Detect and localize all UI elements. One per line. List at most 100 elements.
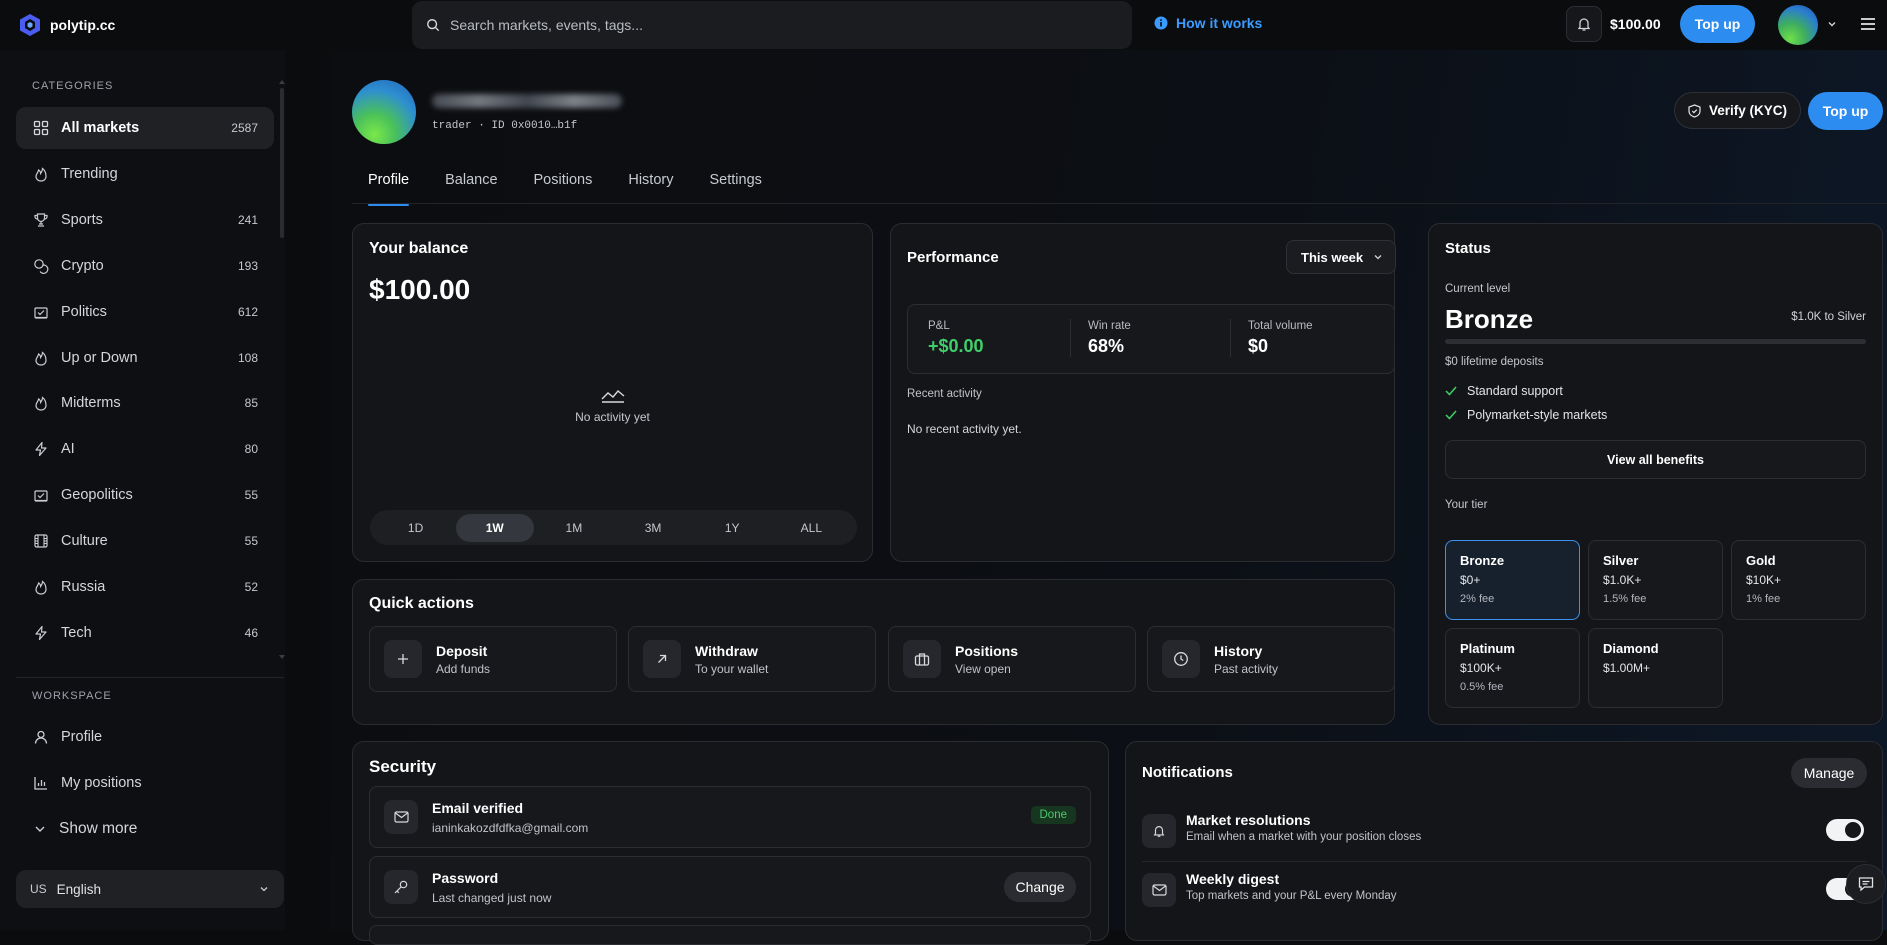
sidebar-scrollbar[interactable] (280, 88, 284, 238)
notifications-button[interactable] (1566, 6, 1602, 42)
range-1y[interactable]: 1Y (693, 514, 771, 542)
sidebar-item-sports[interactable]: Sports 241 (16, 199, 274, 241)
sidebar-item-label: Sports (61, 211, 103, 228)
tier-name: Gold (1746, 553, 1776, 568)
tabs-divider (352, 203, 1887, 204)
sidebar-item-label: Tech (61, 624, 92, 641)
brand-logo[interactable]: polytip.cc (18, 13, 115, 37)
header-balance: $100.00 (1610, 16, 1661, 32)
quick-action-deposit[interactable]: Deposit Add funds (369, 626, 617, 692)
sidebar-item-count: 80 (244, 442, 258, 457)
tab-settings[interactable]: Settings (709, 168, 761, 192)
language-code: US (30, 882, 47, 896)
stat-win-rate: Win rate 68% (1088, 320, 1131, 357)
sidebar-item-all-markets[interactable]: All markets 2587 (16, 107, 274, 149)
tier-diamond[interactable]: Diamond $1.00M+ (1588, 628, 1723, 708)
film-icon (33, 533, 49, 549)
chevron-down-icon (33, 822, 47, 836)
change-password-button[interactable]: Change (1004, 872, 1076, 902)
security-row (369, 925, 1091, 945)
topup-button-profile[interactable]: Top up (1808, 92, 1883, 130)
chevron-down-icon[interactable] (1826, 18, 1838, 30)
tier-amount: $1.00M+ (1603, 661, 1651, 675)
range-1m[interactable]: 1M (535, 514, 613, 542)
tier-fee: 0.5% fee (1460, 681, 1504, 693)
tier-fee: 1.5% fee (1603, 593, 1647, 605)
recent-activity-title: Recent activity (907, 388, 982, 400)
tier-fee: 1% fee (1746, 593, 1781, 605)
manage-notifications-button[interactable]: Manage (1791, 758, 1867, 788)
avatar[interactable] (1778, 5, 1818, 45)
tab-profile[interactable]: Profile (368, 168, 410, 206)
brand-name: polytip.cc (50, 17, 116, 33)
quick-action-history[interactable]: History Past activity (1147, 626, 1395, 692)
tier-name: Platinum (1460, 641, 1515, 656)
sidebar-item-my-positions[interactable]: My positions (16, 762, 274, 804)
mail-icon (384, 800, 418, 834)
period-label: This week (1301, 249, 1364, 265)
tier-amount: $100K+ (1460, 661, 1502, 675)
tab-balance[interactable]: Balance (445, 168, 497, 192)
sidebar-item-count: 52 (244, 580, 258, 594)
menu-icon[interactable] (1858, 14, 1878, 34)
range-1w[interactable]: 1W (455, 513, 534, 542)
topup-button-header[interactable]: Top up (1680, 5, 1755, 43)
sidebar-item-profile[interactable]: Profile (16, 716, 274, 758)
sidebar-item-trending[interactable]: Trending (16, 153, 274, 195)
notification-toggle-market-resolutions[interactable] (1826, 819, 1864, 841)
range-all[interactable]: ALL (772, 514, 850, 542)
logo-icon (18, 13, 42, 37)
show-more-button[interactable]: Show more (16, 808, 274, 850)
tier-bronze[interactable]: Bronze $0+ 2% fee (1445, 540, 1580, 620)
security-password-row: Password Last changed just now Change (369, 856, 1091, 918)
sidebar-item-crypto[interactable]: Crypto 193 (16, 245, 274, 287)
next-level-text: $1.0K to Silver (1791, 311, 1866, 323)
scroll-up-icon[interactable] (279, 80, 285, 84)
tab-history[interactable]: History (628, 168, 673, 192)
sidebar-item-midterms[interactable]: Midterms 85 (16, 382, 274, 424)
notification-title: Market resolutions (1186, 812, 1311, 828)
sidebar-item-tech[interactable]: Tech 46 (16, 612, 274, 654)
range-1d[interactable]: 1D (377, 514, 455, 542)
tier-name: Bronze (1460, 553, 1505, 568)
sidebar-item-geopolitics[interactable]: Geopolitics 55 (16, 474, 274, 516)
stat-divider (1070, 319, 1071, 357)
bell-icon (1142, 814, 1176, 848)
sidebar-item-count: 55 (244, 534, 258, 549)
tier-platinum[interactable]: Platinum $100K+ 0.5% fee (1445, 628, 1580, 708)
quick-action-positions[interactable]: Positions View open (888, 626, 1136, 692)
tier-silver[interactable]: Silver $1.0K+ 1.5% fee (1588, 540, 1723, 620)
view-all-benefits-button[interactable]: View all benefits (1445, 440, 1866, 479)
chat-support-button[interactable] (1846, 864, 1886, 904)
language-selector[interactable]: US English (16, 870, 284, 908)
sidebar-item-culture[interactable]: Culture 55 (16, 520, 274, 562)
quick-action-withdraw[interactable]: Withdraw To your wallet (628, 626, 876, 692)
scroll-down-icon[interactable] (279, 655, 285, 659)
sidebar-item-politics[interactable]: Politics 612 (16, 291, 274, 333)
how-it-works-link[interactable]: How it works (1154, 15, 1262, 31)
current-level: Bronze (1445, 304, 1534, 334)
sidebar-item-label: Trending (61, 165, 118, 182)
sidebar-item-ai[interactable]: AI 80 (16, 428, 274, 470)
tab-positions[interactable]: Positions (534, 168, 593, 192)
status-badge: Done (1030, 806, 1076, 824)
period-dropdown[interactable]: This week (1286, 240, 1396, 274)
search-bar[interactable] (412, 1, 1132, 49)
your-tier-label: Your tier (1445, 499, 1488, 511)
range-3m[interactable]: 3M (614, 514, 692, 542)
search-input[interactable] (450, 17, 1050, 33)
sidebar-item-up-or-down[interactable]: Up or Down 108 (16, 337, 274, 379)
tier-amount: $0+ (1460, 573, 1481, 587)
stat-label: Total volume (1248, 320, 1313, 332)
range-selector: 1D 1W 1M 3M 1Y ALL (370, 510, 857, 545)
security-email-row: Email verified ianinkakozdfdfka@gmail.co… (369, 786, 1091, 848)
recent-activity-empty: No recent activity yet. (907, 422, 1022, 436)
sidebar-item-label: Up or Down (61, 349, 138, 366)
ballot-icon (33, 487, 49, 503)
quick-action-sub: Add funds (436, 661, 491, 676)
tier-gold[interactable]: Gold $10K+ 1% fee (1731, 540, 1866, 620)
sidebar-item-russia[interactable]: Russia 52 (16, 566, 274, 608)
verify-kyc-button[interactable]: Verify (KYC) (1674, 92, 1801, 129)
sidebar-item-count: 612 (237, 304, 258, 319)
tier-name: Diamond (1603, 641, 1659, 656)
